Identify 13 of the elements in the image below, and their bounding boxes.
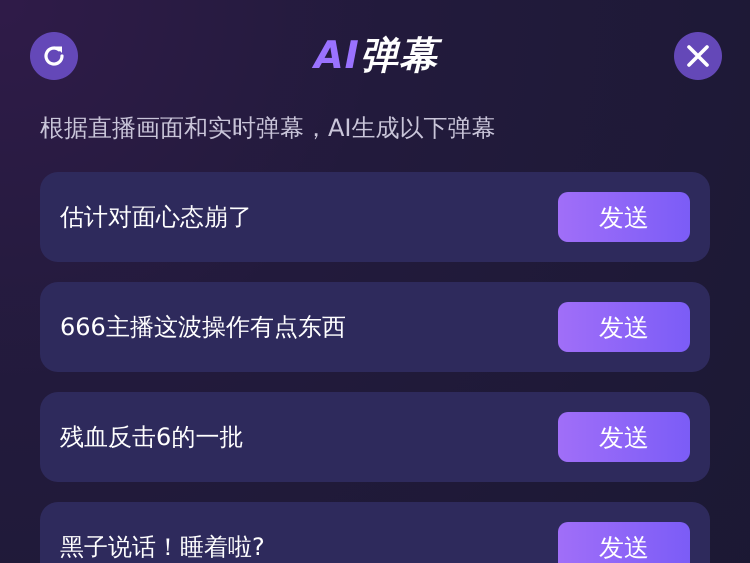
close-icon <box>686 44 710 68</box>
suggestion-text: 666主播这波操作有点东西 <box>60 312 346 343</box>
send-button[interactable]: 发送 <box>558 412 690 462</box>
dialog-title: AI弹幕 <box>306 29 446 83</box>
suggestion-text: 黑子说话！睡着啦? <box>60 532 265 563</box>
send-button[interactable]: 发送 <box>558 302 690 352</box>
refresh-button[interactable] <box>30 32 78 80</box>
suggestion-text: 残血反击6的一批 <box>60 422 244 453</box>
send-button[interactable]: 发送 <box>558 192 690 242</box>
send-button[interactable]: 发送 <box>558 522 690 563</box>
close-button[interactable] <box>674 32 722 80</box>
subtitle-text: 根据直播画面和实时弹幕，AI生成以下弹幕 <box>40 113 496 144</box>
suggestion-text: 估计对面心态崩了 <box>60 202 252 233</box>
